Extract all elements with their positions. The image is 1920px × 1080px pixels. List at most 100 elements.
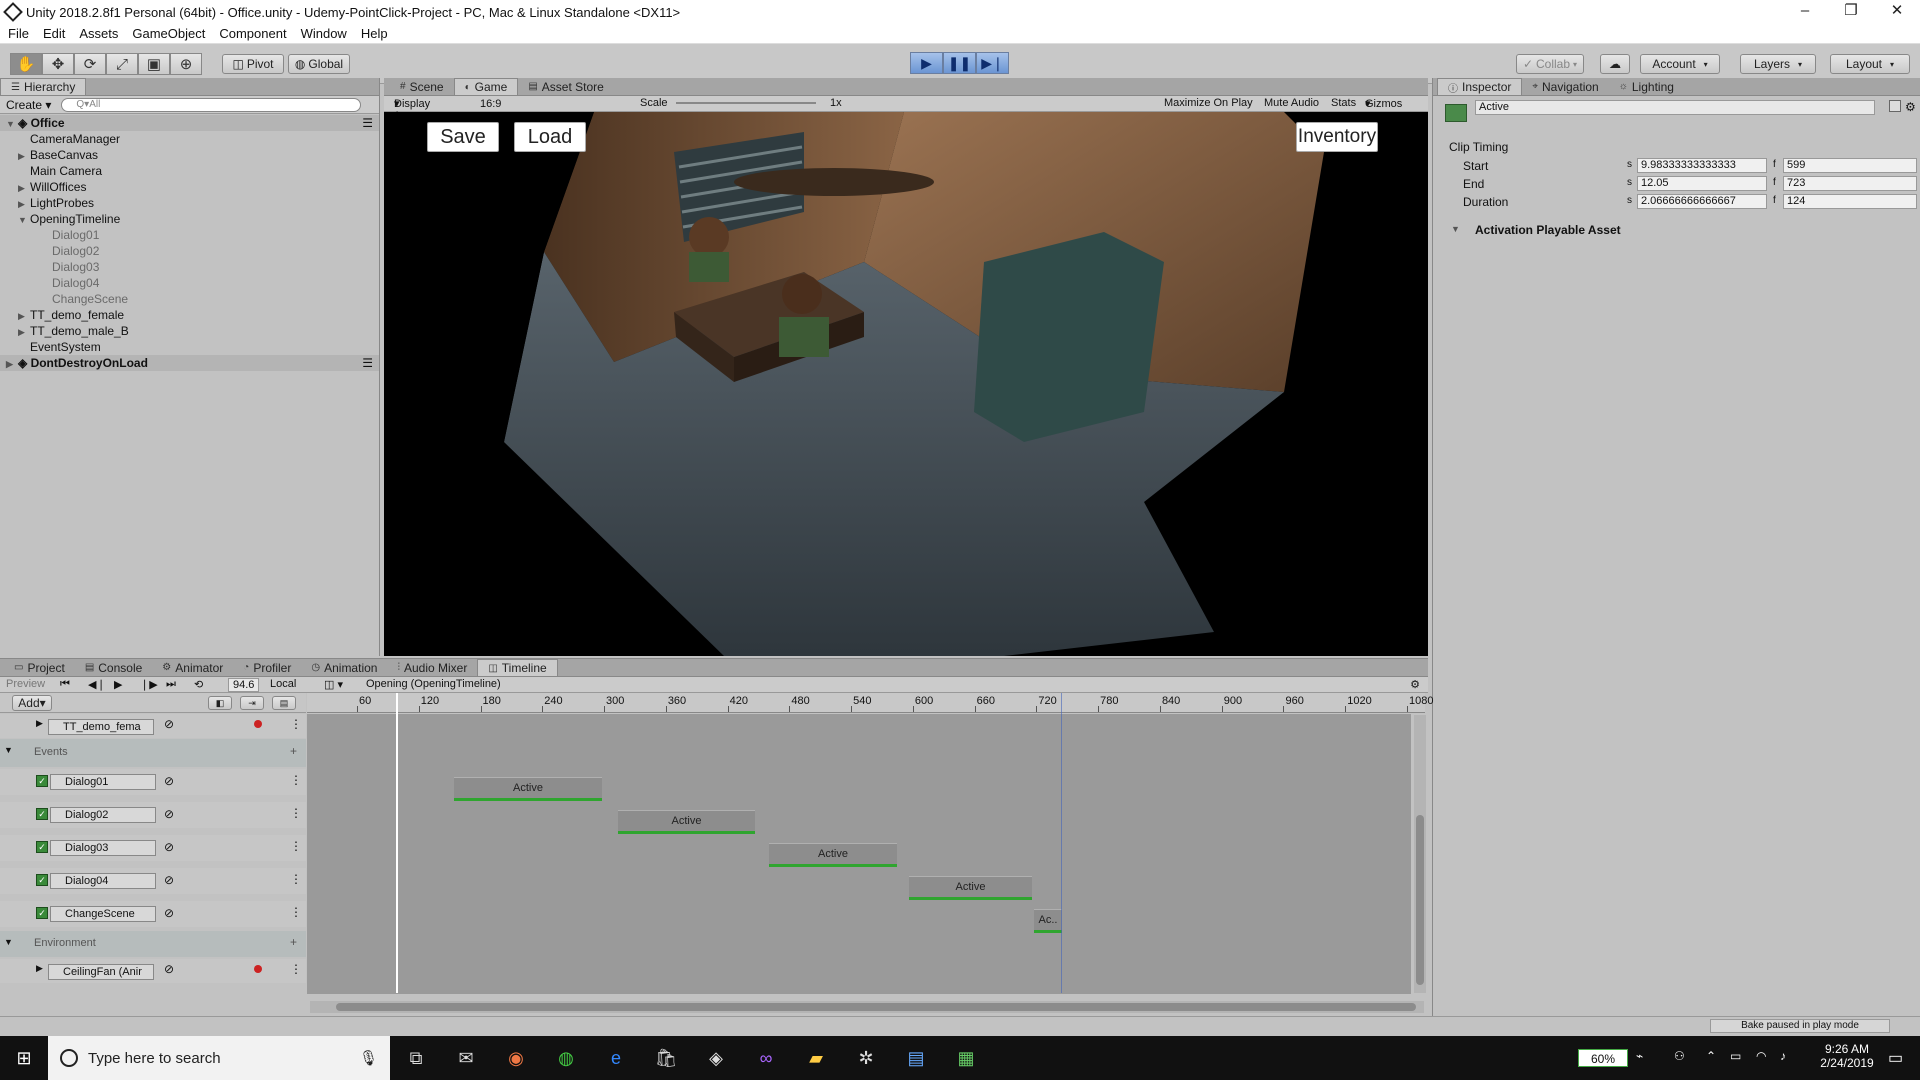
track-enabled-checkbox[interactable]: ✓ — [36, 808, 48, 820]
clip-dialog04[interactable]: Active — [909, 876, 1032, 900]
edge-icon[interactable]: e — [602, 1044, 630, 1072]
next-frame-icon[interactable]: ❘▶ — [140, 678, 158, 691]
battery-indicator[interactable]: 60% — [1578, 1049, 1628, 1067]
scale-slider[interactable] — [676, 102, 816, 104]
track-row-tt-demo[interactable]: ▶ TT_demo_fema ⊘ ⋮ — [0, 714, 306, 738]
game-canvas[interactable]: Save Load Inventory — [384, 112, 1428, 656]
layout-dropdown[interactable]: Layout ▾ — [1830, 54, 1910, 74]
menu-edit[interactable]: Edit — [43, 26, 65, 41]
visual-studio-icon[interactable]: ∞ — [752, 1044, 780, 1072]
save-button[interactable]: Save — [427, 122, 499, 152]
gizmos-dropdown[interactable]: Gizmos ▾ — [1365, 97, 1402, 110]
start-frames-field[interactable]: 599 — [1783, 158, 1917, 173]
tab-console[interactable]: ▤ Console — [75, 659, 152, 676]
restore-icon[interactable]: ❐ — [1828, 0, 1874, 24]
hierarchy-item[interactable]: ▼ OpeningTimeline — [0, 211, 379, 227]
hierarchy-item[interactable]: Main Camera — [0, 163, 379, 179]
task-view-icon[interactable]: ⧉ — [402, 1044, 430, 1072]
track-menu-icon[interactable]: ⋮ — [290, 717, 302, 731]
global-toggle[interactable]: ◍ Global — [288, 54, 350, 74]
frame-field[interactable]: 94.6 — [228, 678, 260, 692]
play-icon[interactable]: ▶ — [910, 52, 943, 74]
volume-icon[interactable]: ♪ — [1780, 1049, 1786, 1063]
loop-icon[interactable]: ⟲ — [194, 678, 203, 691]
duration-seconds-field[interactable]: 2.06666666666667 — [1637, 194, 1767, 209]
maximize-on-play-toggle[interactable]: Maximize On Play — [1164, 97, 1253, 109]
image-app-icon[interactable]: ▦ — [952, 1044, 980, 1072]
minimize-icon[interactable]: – — [1782, 0, 1828, 24]
tab-hierarchy[interactable]: ☰ Hierarchy — [0, 78, 87, 95]
play-timeline-icon[interactable]: ▶ — [114, 678, 122, 691]
move-tool-icon[interactable]: ✥ — [42, 53, 74, 75]
hierarchy-search-input[interactable]: Q▾All — [61, 97, 362, 112]
hierarchy-item[interactable]: Dialog02 — [0, 243, 379, 259]
track-row-changescene[interactable]: ✓ ChangeScene ⊘ ⋮ — [0, 901, 306, 927]
horizontal-scrollbar[interactable] — [310, 1001, 1424, 1013]
scene-menu-icon[interactable]: ☰ — [362, 115, 373, 131]
track-menu-icon[interactable]: ⋮ — [290, 806, 302, 820]
layers-dropdown[interactable]: Layers ▾ — [1740, 54, 1816, 74]
track-row-dialog01[interactable]: ✓ Dialog01 ⊘ ⋮ — [0, 769, 306, 795]
wifi-icon[interactable]: ◠ — [1756, 1049, 1766, 1063]
vertical-scrollbar[interactable] — [1414, 715, 1426, 993]
prev-frame-icon[interactable]: ◀❘ — [88, 678, 106, 691]
track-menu-icon[interactable]: ⋮ — [290, 872, 302, 886]
expand-arrow-icon[interactable]: ▶ — [36, 963, 43, 974]
load-button[interactable]: Load — [514, 122, 586, 152]
track-row-dialog02[interactable]: ✓ Dialog02 ⊘ ⋮ — [0, 802, 306, 828]
lock-icon[interactable]: ⊘ — [164, 873, 174, 887]
group-add-icon[interactable]: + — [290, 935, 297, 949]
tab-scene[interactable]: # Scene — [390, 78, 454, 95]
collapsed-arrow-icon[interactable]: ▶ — [18, 324, 30, 340]
collab-button[interactable]: ✓ Collab ▾ — [1516, 54, 1584, 74]
lock-icon[interactable]: ⊘ — [164, 807, 174, 821]
track-menu-icon[interactable]: ⋮ — [290, 905, 302, 919]
track-enabled-checkbox[interactable]: ✓ — [36, 907, 48, 919]
local-toggle[interactable]: Local — [270, 678, 296, 690]
pause-icon[interactable]: ❚❚ — [943, 52, 976, 74]
collapsed-arrow-icon[interactable]: ▶ — [18, 308, 30, 324]
cloud-icon[interactable]: ☁ — [1600, 54, 1630, 74]
track-enabled-checkbox[interactable]: ✓ — [36, 841, 48, 853]
track-options-icon[interactable]: ▤ — [272, 696, 296, 710]
clip-dialog03[interactable]: Active — [769, 843, 897, 867]
menu-help[interactable]: Help — [361, 26, 388, 41]
hierarchy-item[interactable]: CameraManager — [0, 131, 379, 147]
track-enabled-checkbox[interactable]: ✓ — [36, 775, 48, 787]
help-icon[interactable] — [1889, 100, 1901, 112]
track-row-dialog03[interactable]: ✓ Dialog03 ⊘ ⋮ — [0, 835, 306, 861]
rotate-tool-icon[interactable]: ⟳ — [74, 53, 106, 75]
expanded-arrow-icon[interactable]: ▼ — [6, 116, 18, 132]
collapsed-arrow-icon[interactable]: ▶ — [18, 196, 30, 212]
create-dropdown[interactable]: Create ▾ — [6, 98, 51, 112]
track-menu-icon[interactable]: ⋮ — [290, 962, 302, 976]
time-ruler[interactable]: 60 120 180 240 300 360 420 480 540 600 660 720 780 84… — [307, 693, 1433, 713]
account-dropdown[interactable]: Account ▾ — [1640, 54, 1720, 74]
curves-toggle-icon[interactable]: ◧ — [208, 696, 232, 710]
tab-game[interactable]: ◐ Game — [453, 78, 519, 95]
file-explorer-icon[interactable]: ▰ — [802, 1044, 830, 1072]
expand-arrow-icon[interactable]: ▶ — [36, 718, 43, 729]
timeline-settings-icon[interactable]: ⚙ — [1410, 678, 1420, 691]
hierarchy-item[interactable]: Dialog04 — [0, 275, 379, 291]
hand-tool-icon[interactable]: ✋ — [10, 53, 42, 75]
lock-icon[interactable]: ⊘ — [164, 774, 174, 788]
tray-app-icon[interactable]: ▭ — [1730, 1049, 1741, 1063]
tab-audio-mixer[interactable]: ⫶ Audio Mixer — [387, 659, 477, 676]
display-dropdown[interactable]: Display 1 ▾ — [394, 97, 430, 122]
playhead[interactable] — [396, 693, 398, 993]
collapsed-arrow-icon[interactable]: ▶ — [18, 148, 30, 164]
preview-toggle[interactable]: Preview — [6, 678, 45, 690]
step-icon[interactable]: ▶❘ — [976, 52, 1009, 74]
hierarchy-item[interactable]: Dialog03 — [0, 259, 379, 275]
hierarchy-item[interactable]: ▶ LightProbes — [0, 195, 379, 211]
scale-tool-icon[interactable]: ⤢ — [106, 53, 138, 75]
group-collapse-icon[interactable]: ▼ — [4, 745, 13, 755]
rect-tool-icon[interactable]: ▣ — [138, 53, 170, 75]
hierarchy-scene-row[interactable]: ▶ ◈ DontDestroyOnLoad ☰ — [0, 355, 379, 371]
lock-icon[interactable]: ⊘ — [164, 906, 174, 920]
clip-dialog02[interactable]: Active — [618, 810, 755, 834]
clock[interactable]: 9:26 AM 2/24/2019 — [1812, 1042, 1882, 1070]
menu-window[interactable]: Window — [301, 26, 347, 41]
microphone-icon[interactable]: 🎙 — [359, 1049, 378, 1067]
